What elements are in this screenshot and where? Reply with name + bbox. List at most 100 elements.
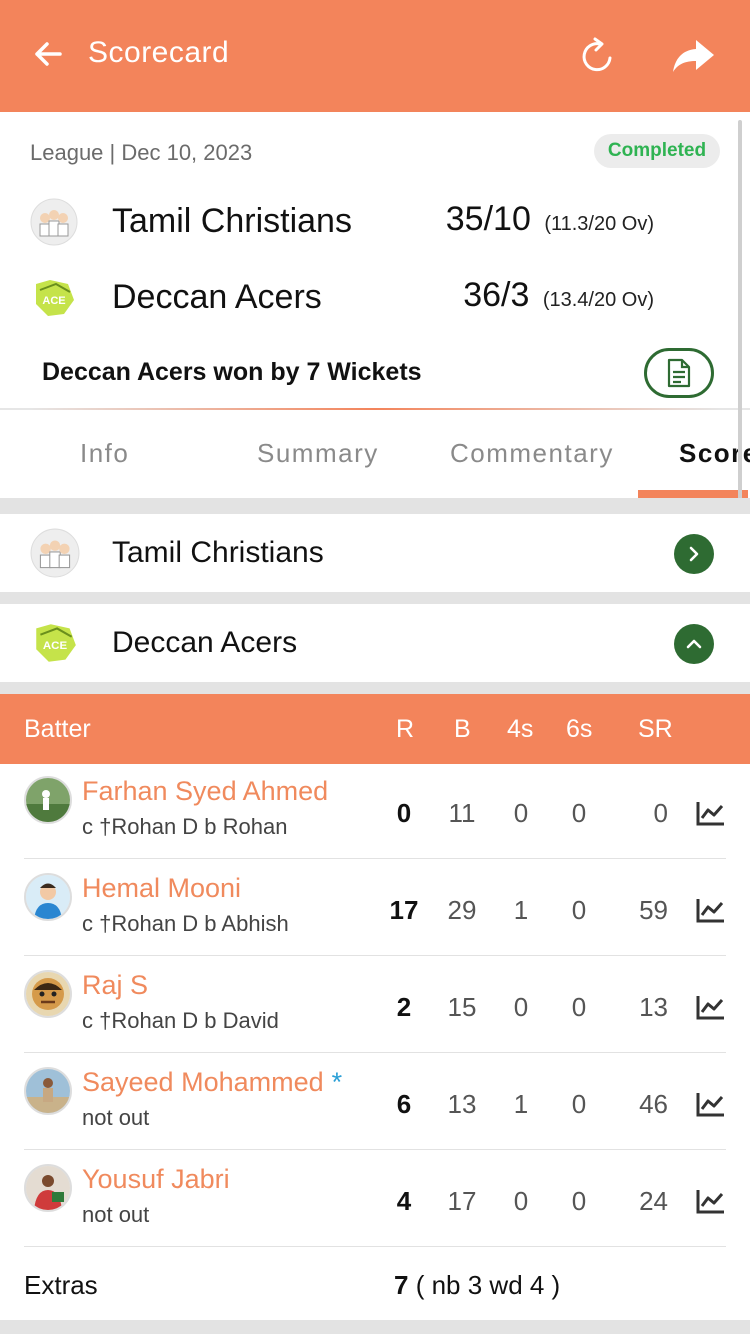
team-logo-deccan-acers: ACE [36,624,76,662]
chevron-up-icon [686,639,702,649]
tab-info[interactable]: Info [80,438,129,469]
col-runs: R [396,715,415,743]
runs: 4 [396,1186,412,1216]
runs: 17 [389,895,419,925]
player-name[interactable]: Raj S [82,970,148,1001]
team-name: Deccan Acers [112,278,322,316]
dismissal: c †Rohan D b Abhish [82,911,289,936]
overs: (11.3/20 Ov) [544,213,654,235]
table-row[interactable]: Farhan Syed Ahmed c †Rohan D b Rohan 0 1… [0,764,750,861]
sixes: 0 [571,895,587,925]
tab-commentary[interactable]: Commentary [450,438,614,469]
team-score: 35/10 (11.3/20 Ov) [446,200,654,239]
avatar [24,1067,72,1115]
match-meta: League | Dec 10, 2023 [30,140,253,165]
player-name[interactable]: Yousuf Jabri [82,1164,230,1195]
innings-team-name: Tamil Christians [112,536,324,569]
fours: 0 [513,798,529,828]
runs: 0 [396,798,412,828]
avatar [24,970,72,1018]
runs: 2 [396,992,412,1022]
extras-value: 7 ( nb 3 wd 4 ) [394,1270,560,1301]
strike-rate: 0 [653,798,668,828]
chart-trend-icon[interactable] [696,1091,726,1117]
share-icon[interactable] [670,36,716,76]
fours: 1 [513,895,529,925]
match-result: Deccan Acers won by 7 Wickets [42,358,422,386]
strike-rate: 13 [639,992,668,1022]
table-row[interactable]: Raj S c †Rohan D b David 2 15 0 0 13 [0,958,750,1055]
innings-tamil-christians[interactable]: Tamil Christians [0,514,750,592]
tab-summary[interactable]: Summary [257,438,379,469]
tab-bar: Info Summary Commentary Scorecard [0,410,750,498]
sixes: 0 [571,1186,587,1216]
balls: 17 [447,1186,477,1216]
dismissal: not out [82,1202,150,1227]
expand-button[interactable] [674,534,714,574]
arrow-left-icon[interactable] [30,36,66,72]
player-name[interactable]: Farhan Syed Ahmed [82,776,328,807]
overs: (13.4/20 Ov) [542,289,654,311]
active-tab-indicator [638,490,748,498]
innings-team-name: Deccan Acers [112,626,298,659]
match-report-button[interactable] [644,348,714,398]
player-name[interactable]: Sayeed Mohammed * [82,1067,342,1098]
strike-rate: 59 [639,895,668,925]
sixes: 0 [571,798,587,828]
innings-deccan-acers[interactable]: ACE Deccan Acers [0,604,750,682]
table-row[interactable]: Hemal Mooni c †Rohan D b Abhish 17 29 1 … [0,861,750,958]
col-balls: B [454,715,471,743]
svg-text:ACE: ACE [43,640,68,652]
table-row[interactable]: Yousuf Jabri not out 4 17 0 0 24 [0,1152,750,1249]
chart-trend-icon[interactable] [696,897,726,923]
col-sixes: 6s [566,715,593,743]
team-logo-tamil-christians [30,198,78,246]
fours: 0 [513,992,529,1022]
team-score: 36/3 (13.4/20 Ov) [463,276,654,315]
col-fours: 4s [507,715,534,743]
extras-detail: ( nb 3 wd 4 ) [415,1270,561,1300]
avatar [24,776,72,824]
row-divider [24,1052,726,1053]
player-name-text: Sayeed Mohammed [82,1067,324,1097]
section-gap [0,498,750,514]
avatar [24,1164,72,1212]
player-name[interactable]: Hemal Mooni [82,873,241,904]
collapse-button[interactable] [674,624,714,664]
balls: 13 [447,1089,477,1119]
runs: 6 [396,1089,412,1119]
team-row-1: Tamil Christians 35/10 (11.3/20 Ov) [0,192,750,252]
strike-rate: 46 [639,1089,668,1119]
refresh-icon[interactable] [578,36,618,76]
not-out-star: * [331,1067,343,1097]
team-logo-tamil-christians [30,528,80,578]
section-gap [0,592,750,604]
document-icon [667,358,691,388]
section-gap [0,682,750,694]
row-divider [24,1246,726,1247]
team-name: Tamil Christians [112,202,352,240]
row-divider [24,955,726,956]
status-badge: Completed [594,134,720,168]
team-row-2: ACE Deccan Acers 36/3 (13.4/20 Ov) [0,268,750,328]
match-card: League | Dec 10, 2023 Completed Tamil Ch… [0,112,750,412]
batting-table-header: Batter R B 4s 6s SR [0,694,750,764]
fours: 0 [513,1186,529,1216]
dismissal: c †Rohan D b David [82,1008,279,1033]
chart-trend-icon[interactable] [696,994,726,1020]
chevron-right-icon [689,546,699,562]
strike-rate: 24 [639,1186,668,1216]
extras-total: 7 [394,1270,409,1300]
runs-wickets: 36/3 [463,276,530,314]
page-title: Scorecard [88,36,230,69]
team-logo-deccan-acers: ACE [36,280,74,316]
svg-text:ACE: ACE [42,295,65,307]
chart-trend-icon[interactable] [696,800,726,826]
table-row[interactable]: Sayeed Mohammed * not out 6 13 1 0 46 [0,1055,750,1152]
dismissal: not out [82,1105,150,1130]
extras-row: Extras 7 ( nb 3 wd 4 ) [0,1248,750,1320]
chart-trend-icon[interactable] [696,1188,726,1214]
row-divider [24,1149,726,1150]
col-strike-rate: SR [638,715,673,743]
avatar [24,873,72,921]
